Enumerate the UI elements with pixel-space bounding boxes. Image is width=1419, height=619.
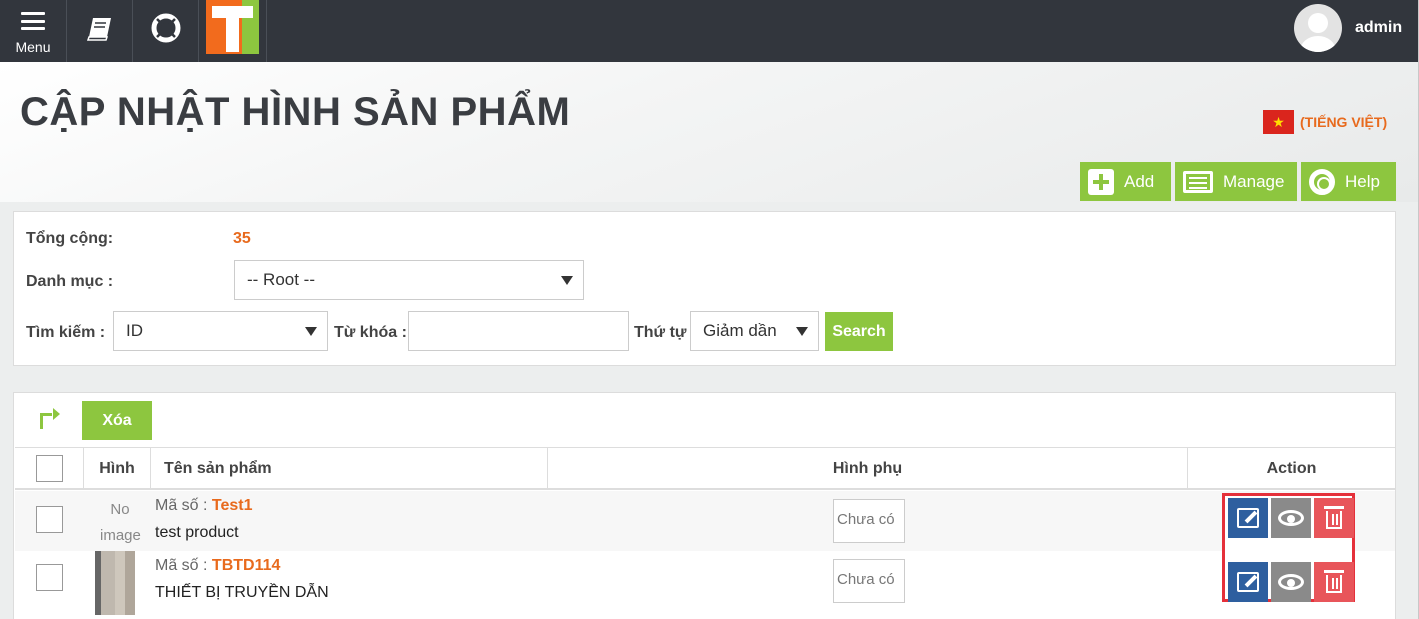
row-actions-highlight [1222, 493, 1355, 602]
trash-icon [1324, 570, 1344, 593]
search-button[interactable]: Search [825, 312, 893, 351]
edit-button[interactable] [1228, 498, 1268, 538]
plus-icon [1088, 168, 1114, 195]
column-image: Hình [84, 448, 151, 489]
product-code: Mã số : TBTD114 [155, 557, 280, 575]
code-prefix: Mã số : [155, 557, 208, 574]
search-field-value: ID [126, 321, 143, 340]
edit-button[interactable] [1228, 562, 1268, 602]
delete-button[interactable] [1314, 562, 1354, 602]
menu-button[interactable]: Menu [0, 0, 67, 62]
order-label: Thứ tự [634, 324, 687, 341]
lifebuoy-icon [151, 13, 181, 43]
product-name: THIẾT BỊ TRUYỀN DẪN [155, 584, 329, 601]
help-label: Help [1345, 171, 1380, 191]
book-icon [87, 18, 111, 41]
page-title: CẬP NHẬT HÌNH SẢN PHẨM [20, 90, 571, 134]
caret-down-icon [561, 276, 573, 285]
top-bar: Menu admin [0, 0, 1419, 62]
keyword-input[interactable] [408, 311, 629, 351]
product-name: test product [155, 524, 239, 541]
list-icon [1183, 170, 1213, 193]
turn-arrow-icon [40, 408, 60, 429]
order-select[interactable]: Giảm dần [690, 311, 819, 351]
product-image-placeholder: No image [100, 501, 141, 544]
support-button[interactable] [133, 0, 199, 62]
trash-icon [1324, 506, 1344, 529]
code-value[interactable]: Test1 [212, 497, 253, 514]
table-row: Mã số : TBTD114 THIẾT BỊ TRUYỀN DẪN Chưa… [15, 551, 1395, 615]
category-select-value: -- Root -- [247, 270, 315, 289]
keyword-label: Từ khóa : [334, 324, 407, 341]
row-checkbox[interactable] [36, 506, 63, 533]
view-button[interactable] [1271, 498, 1311, 538]
menu-label: Menu [15, 39, 51, 55]
row-checkbox[interactable] [36, 564, 63, 591]
search-label: Tìm kiếm : [26, 324, 106, 341]
caret-down-icon [305, 327, 317, 336]
product-list-panel: Xóa Hình Tên sản phẩm Hình phụ Action No… [13, 392, 1396, 619]
total-value: 35 [233, 230, 251, 247]
edit-icon [1237, 572, 1259, 592]
add-button[interactable]: Add [1080, 162, 1171, 201]
caret-down-icon [796, 327, 808, 336]
sub-image-cell[interactable]: Chưa có [833, 559, 905, 603]
table-row: No image Mã số : Test1 test product Chưa… [15, 491, 1395, 551]
category-label: Danh mục : [26, 273, 114, 290]
book-button[interactable] [67, 0, 133, 62]
sub-image-cell[interactable]: Chưa có [833, 499, 905, 543]
username[interactable]: admin [1355, 19, 1402, 37]
column-action: Action [1266, 459, 1317, 477]
product-thumbnail [95, 551, 135, 615]
manage-label: Manage [1223, 171, 1285, 191]
column-sub-image: Hình phụ [548, 448, 1188, 489]
vietnam-flag-icon: ★ [1263, 110, 1294, 134]
delete-button[interactable] [1314, 498, 1354, 538]
eye-icon [1278, 510, 1304, 526]
language-switch[interactable]: ★ (TIẾNG VIỆT) [1263, 110, 1387, 134]
view-button[interactable] [1271, 562, 1311, 602]
hamburger-icon [21, 12, 45, 30]
select-all-checkbox[interactable] [35, 455, 63, 482]
code-prefix: Mã số : [155, 497, 208, 514]
search-field-select[interactable]: ID [113, 311, 328, 351]
select-all-cell [15, 448, 84, 489]
add-label: Add [1124, 171, 1155, 191]
code-value[interactable]: TBTD114 [212, 557, 280, 574]
manage-button[interactable]: Manage [1175, 162, 1297, 201]
category-select[interactable]: -- Root -- [234, 260, 584, 300]
help-button[interactable]: Help [1301, 162, 1396, 201]
lifebuoy-icon [1309, 168, 1335, 195]
avatar[interactable] [1294, 4, 1342, 52]
table-header: Hình Tên sản phẩm Hình phụ Action [15, 447, 1395, 490]
product-code: Mã số : Test1 [155, 497, 253, 515]
logo-icon [206, 0, 259, 54]
eye-icon [1278, 574, 1304, 590]
order-select-value: Giảm dần [703, 321, 777, 340]
column-product-name: Tên sản phẩm [151, 448, 548, 489]
filter-panel: Tổng cộng: 35 Danh mục : -- Root -- Tìm … [13, 211, 1396, 366]
brand-logo[interactable] [199, 0, 267, 62]
delete-selected-button[interactable]: Xóa [82, 401, 152, 440]
edit-icon [1237, 508, 1259, 528]
total-label: Tổng cộng: [26, 230, 114, 247]
language-label: (TIẾNG VIỆT) [1300, 114, 1388, 130]
